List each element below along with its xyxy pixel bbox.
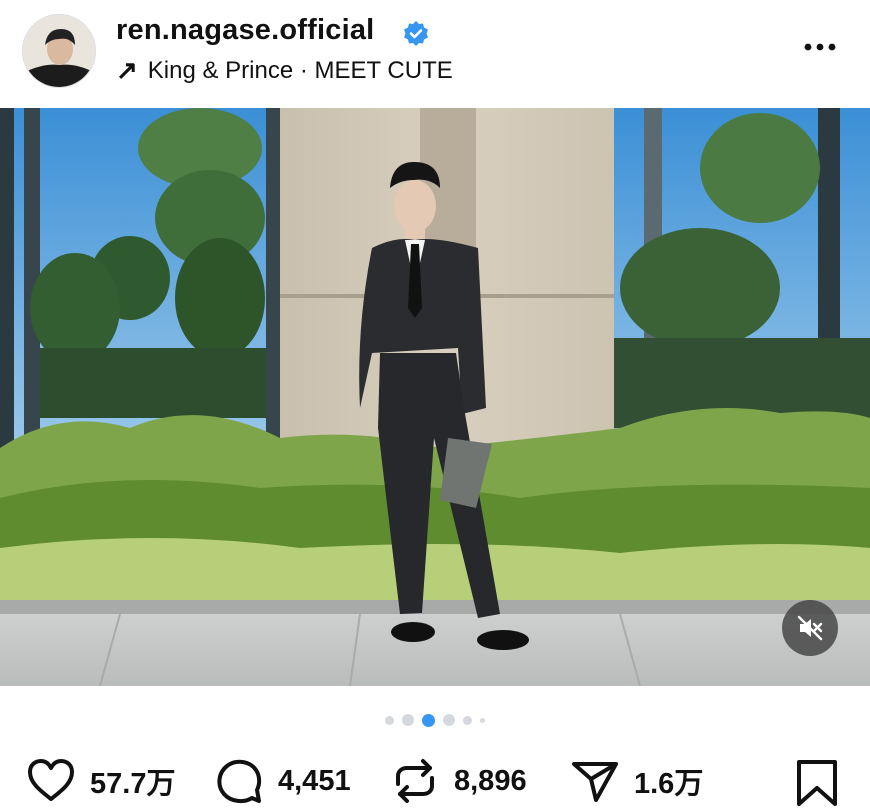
- speaker-muted-icon: [797, 615, 823, 641]
- photo-scene: [0, 108, 870, 686]
- comment-icon: [217, 759, 262, 804]
- send-icon: [572, 762, 618, 802]
- verified-badge-icon: [404, 21, 428, 46]
- avatar[interactable]: [22, 14, 96, 88]
- post-header: ren.nagase.official ↗ King & Prince · ME…: [0, 0, 870, 108]
- share-button[interactable]: 1.6万: [570, 756, 703, 806]
- repost-button[interactable]: 8,896: [390, 756, 527, 806]
- more-icon[interactable]: [800, 36, 840, 58]
- like-button[interactable]: 57.7万: [26, 756, 175, 806]
- carousel-dot: [385, 715, 394, 725]
- action-bar: 57.7万 4,451 8,896 1.6万: [0, 750, 870, 811]
- carousel-dot-active: [422, 713, 435, 727]
- heart-icon: [28, 759, 74, 801]
- share-count: 1.6万: [634, 768, 704, 800]
- username[interactable]: ren.nagase.official: [116, 14, 374, 47]
- audio-label: King & Prince · MEET CUTE: [147, 56, 453, 84]
- carousel-indicator: [0, 712, 870, 728]
- carousel-dot: [443, 714, 455, 726]
- repost-icon: [396, 759, 434, 803]
- carousel-dot: [480, 717, 485, 723]
- arrow-up-right-icon: ↗: [116, 55, 138, 85]
- like-count: 57.7万: [90, 768, 176, 800]
- carousel-dot: [463, 715, 472, 725]
- comment-button[interactable]: 4,451: [214, 756, 351, 806]
- comment-count: 4,451: [278, 764, 351, 797]
- audio-link[interactable]: ↗ King & Prince · MEET CUTE: [116, 55, 453, 86]
- repost-count: 8,896: [454, 764, 527, 797]
- post-photo[interactable]: [0, 108, 870, 686]
- carousel-dot: [402, 714, 414, 726]
- mute-button[interactable]: [782, 600, 838, 656]
- bookmark-icon[interactable]: [794, 758, 840, 808]
